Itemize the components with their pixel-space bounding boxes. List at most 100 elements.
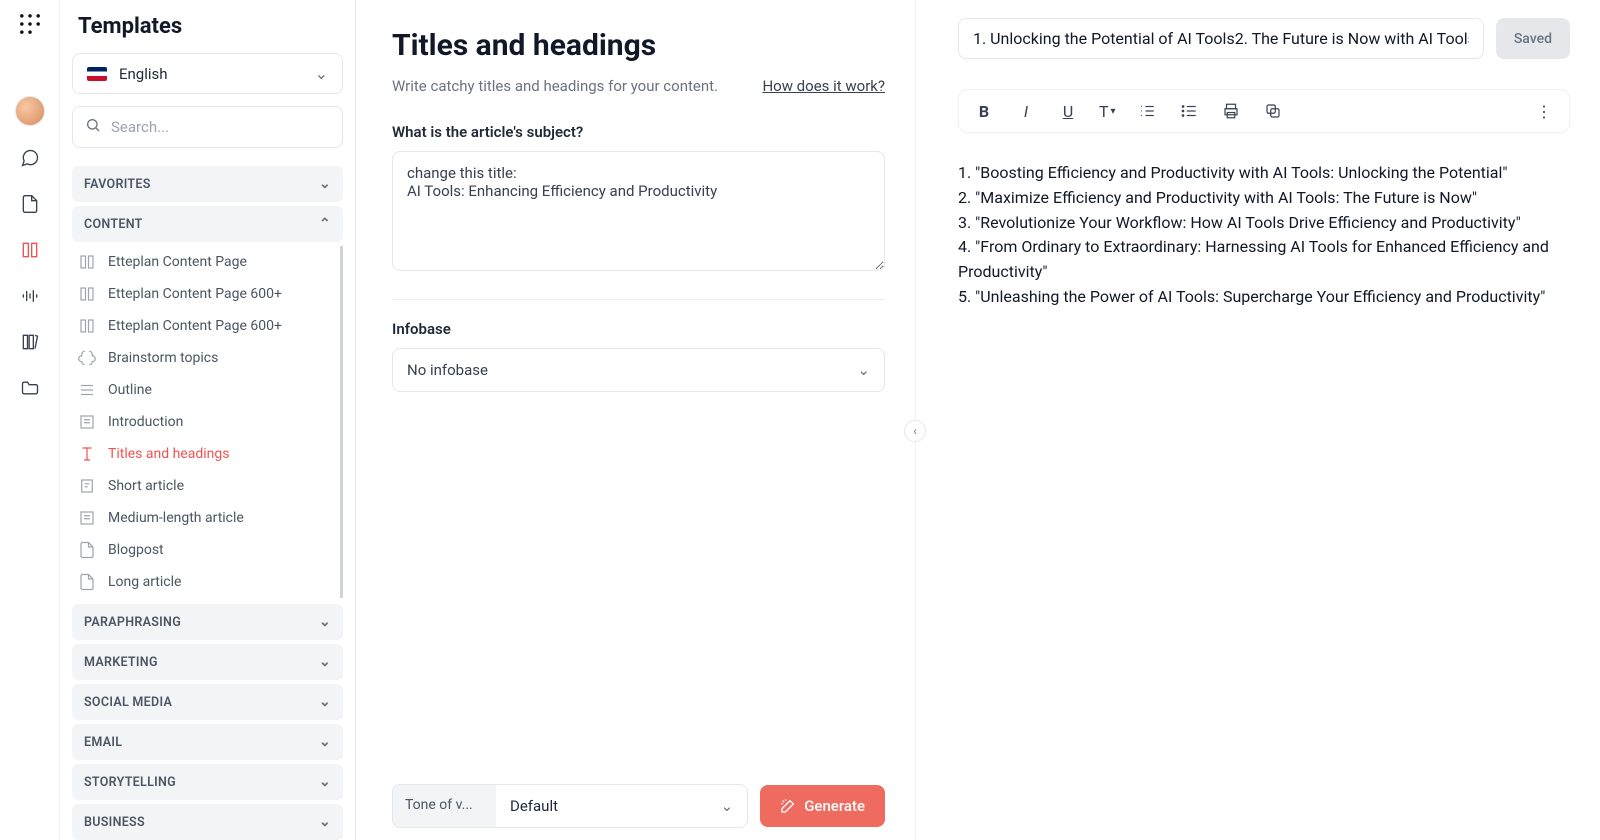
document-icon[interactable] xyxy=(16,190,44,218)
templates-panel: Templates English ⌄ FAVORITES ⌄ CONTENT … xyxy=(60,0,356,840)
cat-email[interactable]: EMAIL⌄ xyxy=(72,724,343,760)
sidebar-item-blogpost[interactable]: Blogpost xyxy=(72,534,340,566)
generate-label: Generate xyxy=(804,797,865,815)
chevron-down-icon: ⌄ xyxy=(319,614,331,630)
chevron-down-icon: ⌄ xyxy=(319,814,331,830)
output-line: 1. "Boosting Efficiency and Productivity… xyxy=(958,161,1570,186)
cat-social-media[interactable]: SOCIAL MEDIA⌄ xyxy=(72,684,343,720)
sidebar-item-label: Brainstorm topics xyxy=(108,350,218,366)
item-icon xyxy=(76,253,98,271)
wand-icon xyxy=(780,798,796,814)
subject-label: What is the article's subject? xyxy=(392,123,885,141)
avatar[interactable] xyxy=(15,96,45,126)
center-panel: Titles and headings Write catchy titles … xyxy=(356,0,916,840)
sidebar-item-long-article[interactable]: Long article xyxy=(72,566,340,598)
text-style-button[interactable]: T▾ xyxy=(1099,100,1116,122)
output-panel: Saved B I U T▾ ⋮ 1. "Boosting Efficiency… xyxy=(916,0,1600,840)
output-line: 3. "Revolutionize Your Workflow: How AI … xyxy=(958,211,1570,236)
sidebar-item-outline[interactable]: Outline xyxy=(72,374,340,406)
app-logo[interactable] xyxy=(16,10,44,38)
infobase-value: No infobase xyxy=(407,361,488,379)
sidebar-item-label: Etteplan Content Page xyxy=(108,254,247,270)
sidebar-item-etteplan-content-page-600-[interactable]: Etteplan Content Page 600+ xyxy=(72,310,340,342)
template-heading: Titles and headings xyxy=(392,28,885,63)
doc-title-input[interactable] xyxy=(958,18,1484,59)
divider xyxy=(392,299,885,300)
sidebar-item-brainstorm-topics[interactable]: Brainstorm topics xyxy=(72,342,340,374)
item-icon xyxy=(76,381,98,399)
chat-icon[interactable] xyxy=(16,144,44,172)
sidebar-item-label: Medium-length article xyxy=(108,510,244,526)
cat-business[interactable]: BUSINESS⌄ xyxy=(72,804,343,840)
chevron-up-icon: ⌃ xyxy=(319,216,331,232)
sidebar-item-label: Outline xyxy=(108,382,152,398)
chevron-down-icon: ⌄ xyxy=(721,797,734,815)
sidebar-item-short-article[interactable]: Short article xyxy=(72,470,340,502)
tone-select[interactable]: Default ⌄ xyxy=(496,784,748,828)
output-line: 5. "Unleashing the Power of AI Tools: Su… xyxy=(958,285,1570,310)
search-input[interactable] xyxy=(111,118,330,136)
language-label: English xyxy=(119,65,303,83)
output-line: 2. "Maximize Efficiency and Productivity… xyxy=(958,186,1570,211)
sidebar-item-etteplan-content-page-600-[interactable]: Etteplan Content Page 600+ xyxy=(72,278,340,310)
item-icon xyxy=(76,573,98,591)
saved-button[interactable]: Saved xyxy=(1496,18,1570,59)
templates-icon[interactable] xyxy=(16,236,44,264)
copy-button[interactable] xyxy=(1262,100,1284,122)
bold-button[interactable]: B xyxy=(973,100,995,122)
infobase-select[interactable]: No infobase ⌄ xyxy=(392,348,885,392)
library-icon[interactable] xyxy=(16,328,44,356)
chevron-down-icon: ⌄ xyxy=(315,64,328,83)
category-list: FAVORITES ⌄ CONTENT ⌃ Etteplan Content P… xyxy=(72,162,343,840)
flag-icon xyxy=(87,67,107,81)
chevron-down-icon: ⌄ xyxy=(319,694,331,710)
editor-toolbar: B I U T▾ ⋮ xyxy=(958,89,1570,133)
sidebar-item-label: Short article xyxy=(108,478,184,494)
italic-button[interactable]: I xyxy=(1015,100,1037,122)
cat-content[interactable]: CONTENT ⌃ xyxy=(72,206,343,242)
icon-rail xyxy=(0,0,60,840)
item-icon xyxy=(76,541,98,559)
chevron-down-icon: ⌄ xyxy=(319,176,331,192)
tone-label: Tone of v... xyxy=(392,784,496,828)
cat-paraphrasing[interactable]: PARAPHRASING⌄ xyxy=(72,604,343,640)
item-icon xyxy=(76,285,98,303)
infobase-label: Infobase xyxy=(392,320,885,338)
cat-marketing[interactable]: MARKETING⌄ xyxy=(72,644,343,680)
subject-input[interactable] xyxy=(392,151,885,271)
tone-value: Default xyxy=(510,797,558,815)
sidebar-item-label: Introduction xyxy=(108,414,183,430)
sidebar-item-label: Long article xyxy=(108,574,181,590)
sidebar-item-titles-and-headings[interactable]: Titles and headings xyxy=(72,438,340,470)
item-icon xyxy=(76,349,98,367)
template-description: Write catchy titles and headings for you… xyxy=(392,77,718,95)
content-items: Etteplan Content Page Etteplan Content Pa… xyxy=(72,246,343,598)
item-icon xyxy=(76,509,98,527)
cat-favorites[interactable]: FAVORITES ⌄ xyxy=(72,166,343,202)
sidebar-item-label: Etteplan Content Page 600+ xyxy=(108,286,282,302)
item-icon xyxy=(76,317,98,335)
generate-button[interactable]: Generate xyxy=(760,785,885,827)
print-button[interactable] xyxy=(1220,100,1242,122)
help-link[interactable]: How does it work? xyxy=(762,77,885,95)
sidebar-item-medium-length-article[interactable]: Medium-length article xyxy=(72,502,340,534)
more-button[interactable]: ⋮ xyxy=(1533,100,1555,122)
underline-button[interactable]: U xyxy=(1057,100,1079,122)
chevron-down-icon: ⌄ xyxy=(319,734,331,750)
sidebar-item-etteplan-content-page[interactable]: Etteplan Content Page xyxy=(72,246,340,278)
output-body[interactable]: 1. "Boosting Efficiency and Productivity… xyxy=(958,161,1570,310)
audio-icon[interactable] xyxy=(16,282,44,310)
cat-storytelling[interactable]: STORYTELLING⌄ xyxy=(72,764,343,800)
item-icon xyxy=(76,477,98,495)
chevron-down-icon: ⌄ xyxy=(857,361,870,379)
unordered-list-button[interactable] xyxy=(1178,100,1200,122)
sidebar-item-label: Blogpost xyxy=(108,542,164,558)
sidebar-item-introduction[interactable]: Introduction xyxy=(72,406,340,438)
ordered-list-button[interactable] xyxy=(1136,100,1158,122)
folder-icon[interactable] xyxy=(16,374,44,402)
search-box[interactable] xyxy=(72,106,343,148)
collapse-handle[interactable]: ‹ xyxy=(904,420,926,442)
templates-title: Templates xyxy=(78,14,337,39)
search-icon xyxy=(85,117,101,137)
language-select[interactable]: English ⌄ xyxy=(72,53,343,94)
